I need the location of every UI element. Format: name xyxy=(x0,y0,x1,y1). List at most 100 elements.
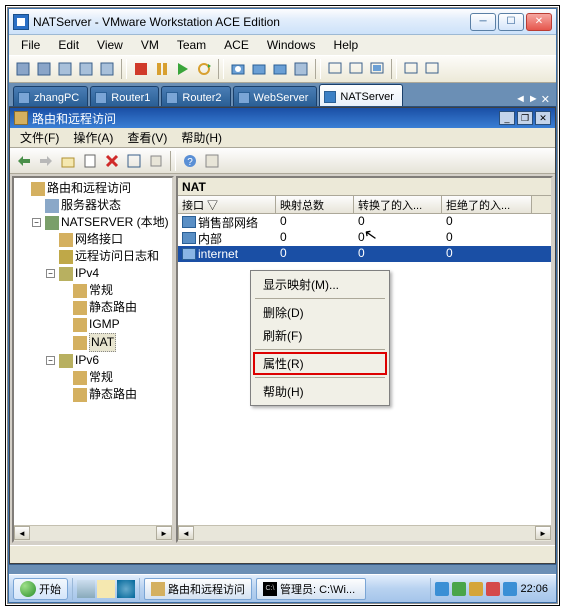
mmc-menu-item[interactable]: 操作(A) xyxy=(67,127,119,148)
taskbar-task-rras[interactable]: 路由和远程访问 xyxy=(144,578,252,600)
play-icon[interactable] xyxy=(173,59,193,79)
tray-clock[interactable]: 22:06 xyxy=(520,583,548,595)
taskbar-task-cmd[interactable]: C:\ 管理员: C:\Wi... xyxy=(256,578,366,600)
help-icon[interactable]: ? xyxy=(180,151,200,171)
tab-router2[interactable]: Router2 xyxy=(161,86,230,106)
tree-node[interactable]: IGMP xyxy=(16,316,170,333)
snapshot-rev-icon[interactable] xyxy=(270,59,290,79)
menu-vm[interactable]: VM xyxy=(133,36,167,54)
scroll-left-icon[interactable]: ◄ xyxy=(178,526,194,540)
menu-help[interactable]: Help xyxy=(326,36,367,54)
menu-edit[interactable]: Edit xyxy=(50,36,87,54)
menu-file[interactable]: File xyxy=(13,36,48,54)
minimize-button[interactable]: ─ xyxy=(470,13,496,31)
menu-ace[interactable]: ACE xyxy=(216,36,257,54)
context-menu-item[interactable]: 显示映射(M)... xyxy=(253,273,387,296)
fullscreen-icon[interactable] xyxy=(367,59,387,79)
tab-zhangpc[interactable]: zhangPC xyxy=(13,86,88,106)
tree-node[interactable]: NAT xyxy=(16,333,170,352)
tree-node[interactable]: 常规 xyxy=(16,369,170,386)
ie-icon[interactable] xyxy=(117,580,135,598)
tray-volume-icon[interactable] xyxy=(486,582,500,596)
mmc-menubar[interactable]: 文件(F)操作(A)查看(V)帮助(H) xyxy=(10,128,555,148)
explorer-icon[interactable] xyxy=(97,580,115,598)
context-menu[interactable]: 显示映射(M)... 删除(D)刷新(F) 属性(R) 帮助(H) xyxy=(250,270,390,406)
tree-node[interactable]: 远程访问日志和 xyxy=(16,248,170,265)
table-row[interactable]: 销售部网络000 xyxy=(178,214,551,230)
tab-router1[interactable]: Router1 xyxy=(90,86,159,106)
tray-icon[interactable] xyxy=(452,582,466,596)
tree-node[interactable]: 网络接口 xyxy=(16,231,170,248)
vmware-menubar[interactable]: FileEditViewVMTeamACEWindowsHelp xyxy=(9,35,556,55)
table-row[interactable]: internet000 xyxy=(178,246,551,262)
up-icon[interactable] xyxy=(58,151,78,171)
menu-windows[interactable]: Windows xyxy=(259,36,324,54)
tab-nav-right[interactable]: ► xyxy=(528,93,539,106)
menu-view[interactable]: View xyxy=(89,36,131,54)
pause-icon[interactable] xyxy=(152,59,172,79)
tool-icon[interactable] xyxy=(55,59,75,79)
tree-scrollbar[interactable]: ◄► xyxy=(14,525,172,541)
tree-expander-icon[interactable]: − xyxy=(32,218,41,227)
tray-icon[interactable] xyxy=(435,582,449,596)
close-button[interactable]: ✕ xyxy=(526,13,552,31)
tab-natserver[interactable]: NATServer xyxy=(319,84,403,106)
context-menu-item[interactable]: 帮助(H) xyxy=(253,380,387,403)
scroll-left-icon[interactable]: ◄ xyxy=(14,526,30,540)
mmc-menu-item[interactable]: 查看(V) xyxy=(121,127,173,148)
tree-node[interactable]: 服务器状态 xyxy=(16,197,170,214)
inner-restore-button[interactable]: ❐ xyxy=(517,111,533,125)
tab-webserver[interactable]: WebServer xyxy=(233,86,318,106)
quick-launch[interactable] xyxy=(72,578,140,600)
table-row[interactable]: 内部000 xyxy=(178,230,551,246)
view-icon[interactable] xyxy=(422,59,442,79)
view-icon[interactable] xyxy=(401,59,421,79)
start-button[interactable]: 开始 xyxy=(13,578,68,600)
list-scrollbar[interactable]: ◄► xyxy=(178,525,551,541)
tree-expander-icon[interactable]: − xyxy=(46,356,55,365)
mmc-menu-item[interactable]: 帮助(H) xyxy=(175,127,228,148)
inner-minimize-button[interactable]: _ xyxy=(499,111,515,125)
tool-icon[interactable] xyxy=(76,59,96,79)
inner-close-button[interactable]: ✕ xyxy=(535,111,551,125)
tree-node[interactable]: −NATSERVER (本地) xyxy=(16,214,170,231)
maximize-button[interactable]: ☐ xyxy=(498,13,524,31)
context-menu-item[interactable]: 刷新(F) xyxy=(253,324,387,347)
reset-icon[interactable] xyxy=(194,59,214,79)
delete-icon[interactable] xyxy=(102,151,122,171)
column-header[interactable]: 拒绝了的入... xyxy=(442,196,532,213)
tree-node[interactable]: −IPv4 xyxy=(16,265,170,282)
tree-node[interactable]: 静态路由 xyxy=(16,299,170,316)
context-menu-item[interactable]: 删除(D) xyxy=(253,301,387,324)
tree-node[interactable]: −IPv6 xyxy=(16,352,170,369)
column-header[interactable]: 映射总数 xyxy=(276,196,354,213)
back-icon[interactable] xyxy=(14,151,34,171)
snapshot-icon[interactable] xyxy=(228,59,248,79)
vmware-toolbar[interactable] xyxy=(9,55,556,83)
tray-icon[interactable] xyxy=(469,582,483,596)
mmc-toolbar[interactable]: ? xyxy=(10,148,555,174)
tree-pane[interactable]: 路由和远程访问服务器状态−NATSERVER (本地)网络接口远程访问日志和−I… xyxy=(12,176,174,543)
tree-node[interactable]: 路由和远程访问 xyxy=(16,180,170,197)
tool-icon[interactable] xyxy=(34,59,54,79)
column-header[interactable]: 接口 ▽ xyxy=(178,196,276,213)
refresh-icon[interactable] xyxy=(124,151,144,171)
mmc-menu-item[interactable]: 文件(F) xyxy=(14,127,65,148)
tool-icon[interactable] xyxy=(291,59,311,79)
scroll-right-icon[interactable]: ► xyxy=(535,526,551,540)
tab-nav-left[interactable]: ◄ xyxy=(515,93,526,106)
snapshot-mgr-icon[interactable] xyxy=(249,59,269,79)
tree-node[interactable]: 常规 xyxy=(16,282,170,299)
context-menu-item[interactable]: 属性(R) xyxy=(253,352,387,375)
tray-network-icon[interactable] xyxy=(503,582,517,596)
column-header[interactable]: 转换了的入... xyxy=(354,196,442,213)
tab-close-button[interactable]: ✕ xyxy=(541,93,550,106)
properties-icon[interactable] xyxy=(80,151,100,171)
stop-icon[interactable] xyxy=(131,59,151,79)
menu-team[interactable]: Team xyxy=(169,36,214,54)
tree-node[interactable]: 静态路由 xyxy=(16,386,170,403)
view-icon[interactable] xyxy=(325,59,345,79)
tool-icon[interactable] xyxy=(97,59,117,79)
tool-icon[interactable] xyxy=(13,59,33,79)
export-icon[interactable] xyxy=(146,151,166,171)
